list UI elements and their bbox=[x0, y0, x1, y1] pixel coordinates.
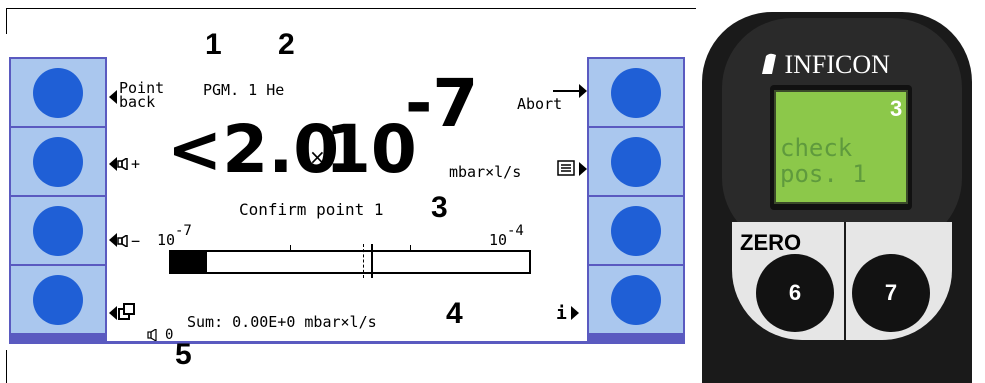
left-softkey-column bbox=[9, 57, 107, 343]
lcd-screen: Point back PGM. 1 He Abort <2.0 × 10 -7 … bbox=[109, 57, 587, 343]
display-panel: Point back PGM. 1 He Abort <2.0 × 10 -7 … bbox=[9, 57, 685, 344]
key-dot bbox=[33, 274, 83, 325]
list-icon bbox=[557, 160, 575, 176]
bar-fill bbox=[171, 252, 207, 272]
bar-marker bbox=[371, 244, 374, 278]
brand-text: INFICON bbox=[784, 50, 890, 79]
device-lcd: check pos. 1 bbox=[774, 90, 908, 204]
bar-tick bbox=[410, 245, 411, 251]
softkey-left-1[interactable] bbox=[11, 59, 105, 126]
device-photo: INFICON check pos. 1 3 ZERO 6 7 bbox=[702, 0, 985, 383]
info-icon: i bbox=[556, 303, 567, 324]
bar-tick bbox=[290, 245, 291, 251]
key-dot bbox=[611, 136, 661, 187]
keypad-divider bbox=[844, 222, 846, 340]
volume-up-label[interactable]: + bbox=[131, 157, 140, 172]
zero-button[interactable]: 6 bbox=[756, 254, 834, 332]
device-button-7[interactable]: 7 bbox=[852, 254, 930, 332]
screen-line-1: check bbox=[780, 134, 853, 162]
frame-left-line-bottom bbox=[6, 350, 7, 383]
arrow-right-icon bbox=[579, 162, 587, 176]
arrow-right-icon bbox=[571, 306, 579, 320]
key-dot bbox=[611, 274, 661, 325]
program-label: PGM. 1 He bbox=[203, 81, 285, 99]
callout-5: 5 bbox=[175, 338, 192, 371]
softkey-left-3[interactable] bbox=[11, 197, 105, 264]
bar-max-exponent: -4 bbox=[507, 223, 524, 239]
bar-max-base: 10 bbox=[489, 231, 508, 249]
softkey-right-4[interactable] bbox=[589, 266, 683, 333]
point-back-label-2[interactable]: back bbox=[119, 95, 155, 110]
frame-top-line bbox=[6, 8, 696, 9]
zero-label: ZERO bbox=[740, 230, 802, 255]
callout-1: 1 bbox=[205, 28, 222, 61]
arrow-left-icon bbox=[109, 306, 117, 320]
confirm-point-label: Confirm point 1 bbox=[239, 200, 384, 219]
windows-icon bbox=[118, 303, 135, 320]
frame-left-line bbox=[6, 8, 7, 34]
leak-rate-bar bbox=[169, 244, 531, 278]
volume-down-label[interactable]: − bbox=[131, 234, 140, 249]
logo-mark-icon bbox=[762, 53, 776, 74]
abort-line bbox=[553, 90, 579, 92]
speaker-icon bbox=[117, 158, 128, 170]
key-dot bbox=[33, 67, 83, 118]
key-dot bbox=[33, 205, 83, 256]
bar-min-exponent: -7 bbox=[175, 223, 192, 239]
arrow-left-icon bbox=[109, 157, 117, 171]
inficon-logo: INFICON bbox=[760, 50, 890, 80]
callout-3: 3 bbox=[431, 191, 448, 224]
callout-2: 2 bbox=[278, 28, 295, 61]
bar-marker-dashed bbox=[363, 244, 365, 278]
key-dot bbox=[33, 136, 83, 187]
device-callout-3: 3 bbox=[890, 96, 903, 121]
softkey-left-4[interactable] bbox=[11, 266, 105, 333]
sum-label: Sum: 0.00E+0 mbar×l/s bbox=[187, 313, 377, 331]
softkey-left-2[interactable] bbox=[11, 128, 105, 195]
arrow-right-icon bbox=[579, 84, 587, 98]
screen-line-2: pos. 1 bbox=[780, 160, 867, 188]
panel-bottom-border bbox=[9, 341, 685, 344]
softkey-right-1[interactable] bbox=[589, 59, 683, 126]
volume-value: 0 bbox=[165, 327, 174, 343]
arrow-left-icon bbox=[109, 233, 117, 247]
right-softkey-column bbox=[587, 57, 685, 343]
speaker-icon bbox=[117, 235, 128, 247]
arrow-left-icon bbox=[109, 90, 117, 104]
bar-min-base: 10 bbox=[157, 231, 176, 249]
callout-4: 4 bbox=[446, 297, 463, 330]
abort-label[interactable]: Abort bbox=[517, 97, 562, 112]
key-dot bbox=[611, 67, 661, 118]
leak-rate-exponent: -7 bbox=[405, 65, 479, 142]
key-dot bbox=[611, 205, 661, 256]
times-sign: × bbox=[309, 145, 326, 169]
leak-rate-unit: mbar×l/s bbox=[449, 163, 522, 181]
softkey-right-3[interactable] bbox=[589, 197, 683, 264]
speaker-icon bbox=[147, 329, 157, 341]
leak-rate-base: 10 bbox=[325, 111, 417, 188]
softkey-right-2[interactable] bbox=[589, 128, 683, 195]
